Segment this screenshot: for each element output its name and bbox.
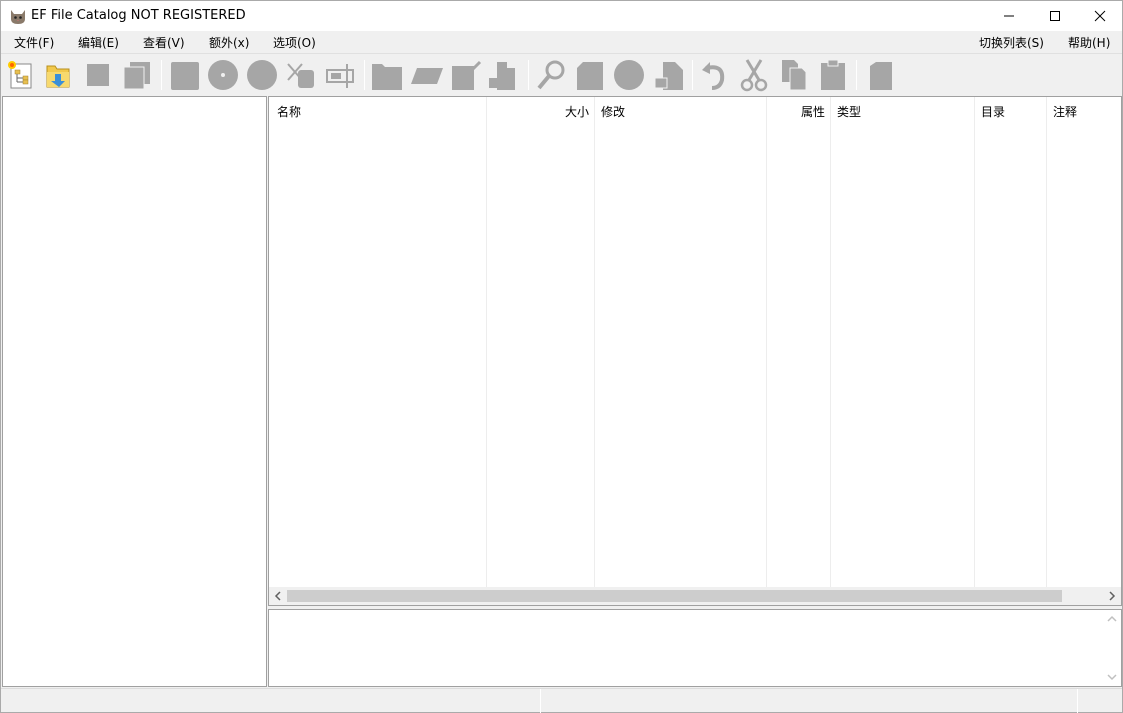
column-header-attributes[interactable]: 属性	[801, 103, 825, 120]
cut-icon	[740, 59, 768, 92]
menu-view[interactable]: 查看(V)	[143, 34, 185, 51]
toolbar-separator	[161, 60, 162, 90]
menu-file[interactable]: 文件(F)	[14, 34, 54, 51]
open-catalog-button[interactable]	[41, 58, 75, 92]
maximize-button[interactable]	[1032, 1, 1078, 31]
new-catalog-button[interactable]	[3, 58, 37, 92]
properties-icon	[489, 62, 515, 90]
scan-button[interactable]	[409, 58, 443, 92]
cd-button[interactable]	[206, 58, 240, 92]
toolbar-separator	[856, 60, 857, 90]
column-header-type[interactable]: 类型	[837, 103, 861, 120]
file-list-pane[interactable]: 名称 大小 修改 属性 类型 目录 注释	[268, 96, 1122, 606]
info-button[interactable]	[862, 58, 896, 92]
undo-icon	[702, 62, 725, 90]
save-icon	[87, 64, 109, 86]
maximize-icon	[1050, 11, 1060, 21]
status-bar	[1, 688, 1122, 713]
rename-disk-icon	[326, 64, 354, 88]
status-divider	[1077, 689, 1078, 713]
column-divider	[486, 97, 487, 589]
cd-icon	[208, 60, 238, 90]
menu-bar: 文件(F) 编辑(E) 查看(V) 额外(x) 选项(O) 切换列表(S) 帮助…	[1, 31, 1122, 52]
copy-icon	[782, 60, 807, 91]
folder-button[interactable]	[370, 58, 404, 92]
scroll-up-button[interactable]	[1105, 612, 1119, 626]
toolbar-separator	[528, 60, 529, 90]
chevron-left-icon	[274, 591, 281, 601]
column-header-name[interactable]: 名称	[277, 103, 301, 120]
paste-button[interactable]	[815, 58, 849, 92]
horizontal-scroll-thumb[interactable]	[287, 590, 1062, 602]
disc-icon	[247, 60, 277, 90]
chevron-up-icon	[1107, 615, 1117, 622]
vertical-scrollbar[interactable]	[1103, 610, 1121, 686]
save-all-icon	[123, 62, 150, 90]
toolbar	[1, 53, 1122, 95]
column-divider	[830, 97, 831, 589]
properties-button[interactable]	[487, 58, 521, 92]
scroll-down-button[interactable]	[1105, 670, 1119, 684]
info-icon	[870, 62, 892, 90]
save-button[interactable]	[81, 58, 115, 92]
menu-help[interactable]: 帮助(H)	[1068, 34, 1110, 51]
menu-switch-list[interactable]: 切换列表(S)	[979, 34, 1044, 51]
paste-icon	[821, 59, 845, 90]
copy-button[interactable]	[776, 58, 810, 92]
horizontal-scrollbar[interactable]	[269, 587, 1121, 605]
chevron-down-icon	[1107, 674, 1117, 681]
rename-disk-button[interactable]	[323, 58, 357, 92]
export-button[interactable]	[651, 58, 685, 92]
copy-page-button[interactable]	[573, 58, 607, 92]
close-button[interactable]	[1077, 1, 1123, 31]
chevron-right-icon	[1109, 591, 1116, 601]
cat-app-icon	[11, 10, 25, 24]
menu-options[interactable]: 选项(O)	[273, 34, 316, 51]
minimize-button[interactable]	[986, 1, 1032, 31]
column-divider	[974, 97, 975, 589]
scroll-right-button[interactable]	[1105, 589, 1119, 603]
copy-page-icon	[577, 62, 603, 90]
circle-button[interactable]	[612, 58, 646, 92]
circle-icon	[614, 60, 644, 90]
cut-button[interactable]	[737, 58, 771, 92]
search-button[interactable]	[534, 58, 568, 92]
disc-button[interactable]	[245, 58, 279, 92]
edit-icon	[452, 60, 482, 90]
toolbar-separator	[364, 60, 365, 90]
column-divider	[1046, 97, 1047, 589]
title-bar: EF File Catalog NOT REGISTERED	[1, 1, 1122, 31]
toolbar-separator	[692, 60, 693, 90]
open-catalog-icon	[46, 65, 70, 88]
add-disk-icon	[171, 62, 199, 90]
undo-button[interactable]	[698, 58, 732, 92]
edit-button[interactable]	[448, 58, 482, 92]
minimize-icon	[1004, 15, 1014, 17]
status-divider	[540, 689, 541, 713]
save-all-button[interactable]	[120, 58, 154, 92]
column-header-comment[interactable]: 注释	[1053, 103, 1077, 120]
search-icon	[537, 60, 565, 90]
folder-icon	[372, 64, 402, 90]
app-window: EF File Catalog NOT REGISTERED 文件(F) 编辑(…	[0, 0, 1123, 713]
column-header-directory[interactable]: 目录	[981, 103, 1005, 120]
export-icon	[654, 62, 683, 90]
scroll-left-button[interactable]	[271, 589, 285, 603]
column-divider	[766, 97, 767, 589]
close-icon	[1094, 10, 1106, 22]
window-title: EF File Catalog NOT REGISTERED	[31, 8, 246, 23]
menu-edit[interactable]: 编辑(E)	[78, 34, 119, 51]
delete-disk-icon	[287, 63, 314, 88]
column-header-modified[interactable]: 修改	[601, 103, 625, 120]
column-divider	[594, 97, 595, 589]
add-disk-button[interactable]	[167, 58, 201, 92]
menu-extra[interactable]: 额外(x)	[209, 34, 249, 51]
scan-icon	[411, 68, 443, 84]
new-catalog-icon	[8, 61, 32, 89]
catalog-tree-pane[interactable]	[2, 96, 267, 687]
delete-disk-button[interactable]	[284, 58, 318, 92]
column-header-size[interactable]: 大小	[565, 103, 589, 120]
comment-pane[interactable]	[268, 609, 1122, 687]
